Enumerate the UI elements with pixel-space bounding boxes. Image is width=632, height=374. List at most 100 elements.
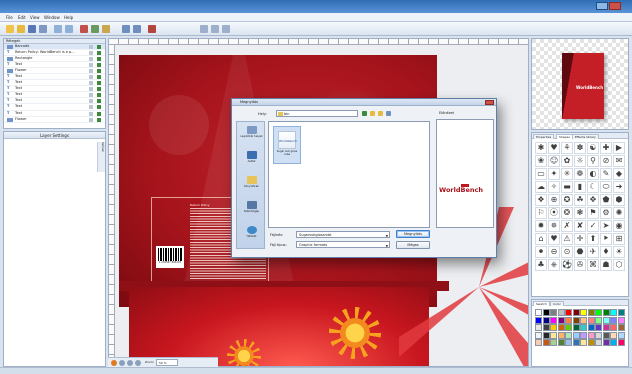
color-swatch[interactable] (602, 339, 610, 346)
shape-item[interactable]: ♥ (548, 142, 560, 154)
shape-item[interactable]: ❂ (561, 207, 573, 219)
shape-item[interactable]: ✪ (561, 194, 573, 206)
color-swatch[interactable] (595, 309, 602, 316)
shape-item[interactable]: ⚲ (587, 155, 599, 167)
shape-item[interactable]: ✗ (561, 220, 573, 232)
page-3-button[interactable] (127, 360, 133, 366)
color-swatch[interactable] (572, 309, 580, 316)
align-center-icon[interactable] (211, 25, 219, 33)
shape-item[interactable]: ☯ (587, 142, 599, 154)
zoom-select[interactable]: 50 % (156, 359, 178, 366)
render-icon[interactable] (148, 25, 156, 33)
rotate-icon[interactable] (122, 25, 130, 33)
tab-effects-library[interactable]: Effects library (572, 134, 599, 139)
align-right-icon[interactable] (222, 25, 230, 33)
page-2-button[interactable] (119, 360, 125, 366)
color-swatch[interactable] (617, 324, 625, 331)
shape-item[interactable]: ⬆ (587, 233, 599, 245)
visibility-checkbox[interactable] (97, 45, 101, 49)
color-swatch[interactable] (550, 316, 557, 324)
visibility-checkbox[interactable] (97, 69, 101, 74)
visibility-checkbox[interactable] (97, 51, 101, 56)
file-list[interactable]: Worldbench Sugar sub gloss cube (268, 121, 430, 228)
shape-item[interactable]: ⬡ (613, 259, 625, 271)
color-swatch[interactable] (565, 331, 572, 339)
color-swatch[interactable] (557, 339, 565, 346)
layer-row[interactable]: Flower (4, 117, 105, 123)
color-swatch[interactable] (610, 316, 617, 324)
color-swatch[interactable] (617, 331, 625, 339)
flower-graphic[interactable] (227, 339, 261, 366)
shape-item[interactable]: ✥ (587, 194, 599, 206)
shape-item[interactable]: ⚽ (561, 259, 573, 271)
menu-window[interactable]: Window (44, 15, 60, 20)
shape-item[interactable]: ✵ (548, 220, 560, 232)
visibility-checkbox[interactable] (97, 99, 101, 104)
barcode[interactable]: 1 234567 890123 (156, 246, 184, 268)
flower-graphic[interactable] (329, 307, 381, 359)
box-front-panel[interactable] (129, 287, 429, 366)
back-icon[interactable] (362, 111, 367, 116)
visibility-checkbox[interactable] (97, 117, 101, 122)
color-swatch[interactable] (602, 316, 610, 324)
color-swatch[interactable] (617, 316, 625, 324)
view-menu-icon[interactable] (386, 111, 391, 116)
color-swatch[interactable] (572, 339, 580, 346)
shape-item[interactable]: ⊙ (561, 246, 573, 258)
color-swatch[interactable] (557, 309, 565, 316)
color-swatch[interactable] (550, 339, 557, 346)
lock-icon[interactable] (89, 87, 93, 92)
shape-item[interactable]: ◐ (587, 168, 599, 180)
lock-icon[interactable] (89, 69, 93, 74)
shape-item[interactable]: ☗ (600, 259, 612, 271)
color-swatch[interactable] (542, 339, 550, 346)
shape-item[interactable]: ⌂ (535, 233, 547, 245)
shape-item[interactable]: ☁ (535, 181, 547, 193)
visibility-checkbox[interactable] (97, 63, 101, 68)
lock-icon[interactable] (89, 111, 93, 116)
shape-item[interactable]: ⚐ (535, 207, 547, 219)
shape-item[interactable]: ▶ (613, 142, 625, 154)
look-in-select[interactable]: bin (276, 110, 358, 117)
shape-item[interactable]: ◉ (613, 220, 625, 232)
color-swatch[interactable] (580, 309, 587, 316)
side-tab[interactable]: Színek (97, 142, 105, 172)
open-button[interactable]: Megnyitás (396, 230, 430, 238)
place-libraries[interactable]: Könyvtárak (237, 174, 266, 195)
shape-item[interactable]: ✚ (600, 142, 612, 154)
color-swatch[interactable] (557, 331, 565, 339)
color-swatch[interactable] (595, 316, 602, 324)
color-swatch[interactable] (535, 324, 542, 331)
file-type-select[interactable]: Graphic formats ▼ (296, 241, 390, 248)
align-left-icon[interactable] (200, 25, 208, 33)
color-swatch[interactable] (610, 309, 617, 316)
shape-item[interactable]: ⊕ (548, 194, 560, 206)
color-swatch[interactable] (610, 339, 617, 346)
shape-item[interactable]: ▭ (535, 168, 547, 180)
color-swatch[interactable] (565, 324, 572, 331)
shape-item[interactable]: ✱ (535, 142, 547, 154)
lock-icon[interactable] (89, 51, 93, 56)
shape-item[interactable]: ✓ (587, 220, 599, 232)
open-icon[interactable] (17, 25, 25, 33)
shape-item[interactable]: ➤ (600, 220, 612, 232)
place-network[interactable]: Hálózat (237, 224, 266, 245)
shape-item[interactable]: ❀ (535, 155, 547, 167)
shape-item[interactable]: ⯈ (600, 233, 612, 245)
color-swatch[interactable] (587, 316, 595, 324)
color-swatch[interactable] (587, 324, 595, 331)
shape-item[interactable]: ✧ (548, 181, 560, 193)
color-swatch[interactable] (595, 331, 602, 339)
new-folder-icon[interactable] (378, 111, 383, 116)
up-folder-icon[interactable] (370, 111, 375, 116)
color-swatch[interactable] (535, 339, 542, 346)
lock-icon[interactable] (89, 63, 93, 68)
menu-edit[interactable]: Edit (18, 15, 26, 20)
visibility-checkbox[interactable] (97, 105, 101, 110)
paste-icon[interactable] (102, 25, 110, 33)
shape-item[interactable]: ☼ (574, 155, 586, 167)
shape-item[interactable]: ☀ (613, 246, 625, 258)
shape-item[interactable]: ☘ (574, 194, 586, 206)
shape-item[interactable]: ⊞ (613, 233, 625, 245)
shape-item[interactable]: ✉ (613, 155, 625, 167)
